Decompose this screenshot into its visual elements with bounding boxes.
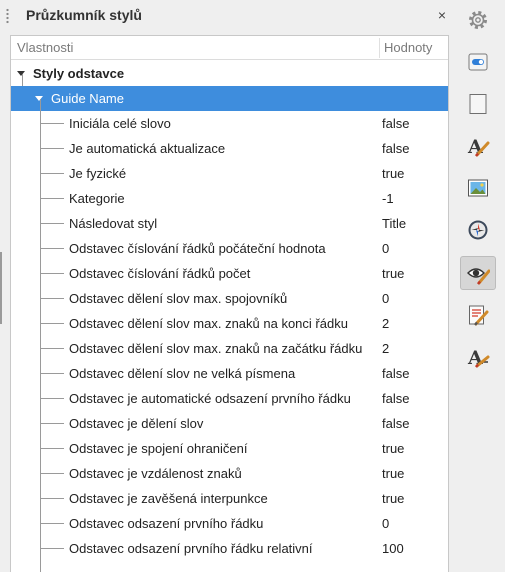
tree-row-property[interactable]: Odstavec číslování řádků počet true [11,261,448,286]
tree-row-property[interactable]: Kategorie -1 [11,186,448,211]
tree-row-property[interactable]: Odstavec odsazení prvního řádku 0 [11,511,448,536]
property-value: Title [382,216,407,231]
property-value: 2 [382,341,390,356]
column-separator[interactable] [379,38,380,58]
grip-handle-icon[interactable] [6,8,9,24]
property-name: Odstavec je dělení slov [69,416,204,431]
style-inspector-deck: Průzkumník stylů × Vlastnosti Hodnoty St… [0,0,455,572]
tab-design[interactable]: A [460,340,496,374]
svg-text:A: A [467,136,483,158]
property-name: Kategorie [69,191,125,206]
properties-toggle-icon [468,53,488,71]
column-header-values[interactable]: Hodnoty [384,40,432,55]
sidebar-tabbar: A A [455,0,505,572]
property-value: true [382,266,405,281]
tab-page[interactable] [460,87,496,121]
property-name: Odstavec číslování řádků počáteční hodno… [69,241,326,256]
property-name: Následovat styl [69,216,158,231]
close-button[interactable]: × [434,6,450,24]
tree-row-property[interactable]: Odstavec je zavěšená interpunkce true [11,486,448,511]
property-name: Iniciála celé slovo [69,116,171,131]
property-name: Odstavec dělení slov max. spojovníků [69,291,288,306]
property-value: false [382,366,410,381]
property-value: false [382,416,410,431]
tree-group-paragraph-styles[interactable]: Styly odstavce [11,61,448,86]
property-name: Je automatická aktualizace [69,141,226,156]
sidebar-menu-button[interactable] [460,3,496,37]
tree-row-property[interactable]: Odstavec odsazení prvního řádku relativn… [11,536,448,561]
property-value: 100 [382,541,404,556]
property-value: 0 [382,516,390,531]
property-name: Odstavec je spojení ohraničení [69,441,248,456]
tab-properties[interactable] [460,45,496,79]
property-name: Odstavec je automatické odsazení prvního… [69,391,351,406]
tree-row-property[interactable]: Odstavec je vzdálenost znaků true [11,461,448,486]
design-icon: A [467,347,490,369]
page-icon [469,94,487,114]
property-name: Odstavec číslování řádků počet [69,266,251,281]
svg-text:A: A [467,347,483,369]
property-value: -1 [382,191,394,206]
property-value: false [382,116,410,131]
tree-row-property[interactable]: Je fyzické true [11,161,448,186]
tree-row-property[interactable]: Je automatická aktualizace false [11,136,448,161]
property-name: Odstavec je vzdálenost znaků [69,466,242,481]
tree-row-property[interactable]: Odstavec dělení slov max. spojovníků 0 [11,286,448,311]
expand-arrow-icon[interactable] [35,96,43,101]
group-label: Styly odstavce [33,66,125,81]
tree-row-property[interactable]: Odstavec dělení slov max. znaků na začát… [11,336,448,361]
sidebar-resize-handle[interactable] [0,252,2,324]
tab-styles[interactable]: A [460,129,496,163]
tree-row-property[interactable]: Odstavec je automatické odsazení prvního… [11,386,448,411]
property-value: 2 [382,316,390,331]
property-value: true [382,166,405,181]
property-name: Odstavec dělení slov ne velká písmena [69,366,296,381]
tab-style-inspector[interactable] [460,256,496,290]
style-inspector-icon [467,268,490,285]
tree-row-property[interactable]: Odstavec dělení slov max. znaků na konci… [11,311,448,336]
property-name: Odstavec odsazení prvního řádku relativn… [69,541,313,556]
tree-row-property[interactable]: Odstavec číslování řádků počáteční hodno… [11,236,448,261]
property-value: true [382,441,405,456]
tree-row-property[interactable]: Odstavec je dělení slov false [11,411,448,436]
property-value: false [382,391,410,406]
tree-item-selected-style[interactable]: Guide Name [11,86,448,111]
expand-arrow-icon[interactable] [17,71,25,76]
tree-row-property[interactable]: Odstavec je spojení ohraničení true [11,436,448,461]
tree-row-property[interactable]: Iniciála celé slovo false [11,111,448,136]
navigator-icon [468,220,488,240]
property-value: true [382,491,405,506]
style-inspector-tree[interactable]: Vlastnosti Hodnoty Styly odstavce Guide … [10,35,449,572]
tab-navigator[interactable] [460,213,496,247]
column-header-properties[interactable]: Vlastnosti [17,40,73,55]
styles-icon: A [467,136,490,158]
manage-changes-icon [469,305,489,326]
tree-header: Vlastnosti Hodnoty [11,36,448,60]
property-name: Odstavec je zavěšená interpunkce [69,491,268,506]
tab-gallery[interactable] [460,171,496,205]
gear-icon [469,11,487,29]
property-value: false [382,141,410,156]
property-name: Je fyzické [69,166,127,181]
tab-manage-changes[interactable] [460,298,496,332]
property-value: true [382,466,405,481]
property-value: 0 [382,241,390,256]
tree-row-property[interactable]: Následovat styl Title [11,211,448,236]
property-value: 0 [382,291,390,306]
gallery-icon [468,179,488,197]
selected-style-label: Guide Name [51,91,124,106]
deck-title-bar: Průzkumník stylů × [0,0,455,32]
property-name: Odstavec dělení slov max. znaků na konci… [69,316,348,331]
tree-row-property[interactable]: Odstavec dělení slov ne velká písmena fal… [11,361,448,386]
property-name: Odstavec dělení slov max. znaků na začát… [69,341,363,356]
property-name: Odstavec odsazení prvního řádku [69,516,264,531]
deck-title: Průzkumník stylů [26,7,142,23]
